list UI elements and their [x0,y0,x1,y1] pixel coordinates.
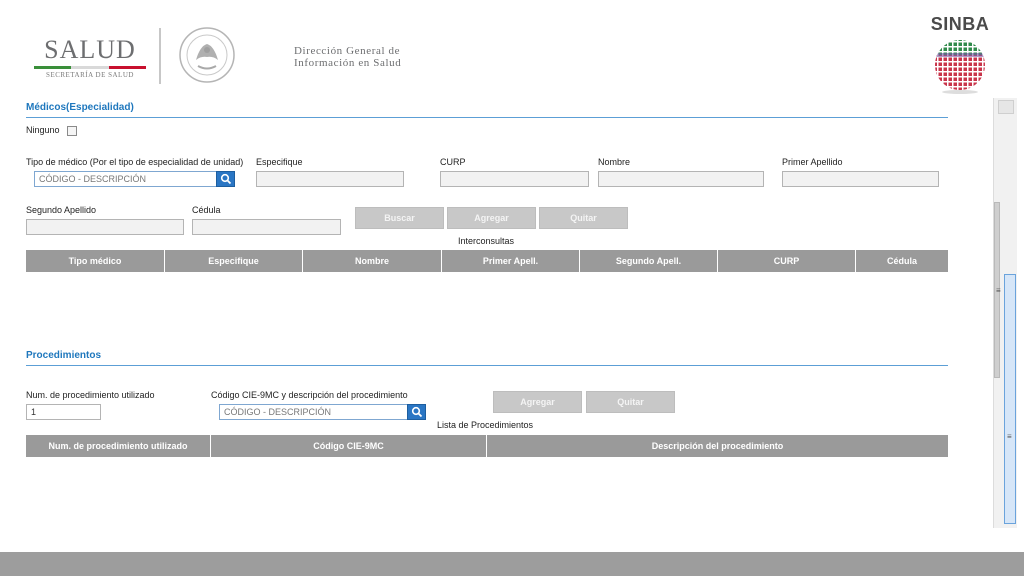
tipo-medico-combo[interactable]: CÓDIGO - DESCRIPCIÓN [34,171,217,187]
national-seal-icon [179,27,235,83]
salud-logo-subtitle: SECRETARÍA DE SALUD [46,71,134,79]
scroll-up-button[interactable] [998,100,1014,114]
especifique-input[interactable] [256,171,404,187]
column-header-nombre[interactable]: Nombre [303,250,442,272]
num-procedimiento-input[interactable]: 1 [26,404,101,420]
column-header-num-procedimiento[interactable]: Num. de procedimiento utilizado [26,435,211,457]
vertical-scrollbar[interactable]: ≡ ≡ [993,98,1017,528]
tipo-medico-search-button[interactable] [216,171,235,187]
salud-logo-stripe [34,66,146,69]
salud-logo: SALUD SECRETARÍA DE SALUD [30,36,150,79]
sinba-logo-word: SINBA [930,14,990,34]
search-icon [220,173,231,185]
nombre-label: Nombre [598,157,631,167]
procedimientos-section-rule [26,365,948,366]
dgis-line-2: Información en Salud [294,57,402,69]
scroll-grip-icon: ≡ [1007,432,1012,441]
dgis-title: Dirección General de Información en Salu… [294,45,401,69]
segundo-apellido-input[interactable] [26,219,184,235]
medicos-section-rule [26,117,948,118]
scroll-thumb-outer[interactable]: ≡ [994,202,1001,378]
column-header-descripcion[interactable]: Descripción del procedimiento [487,435,948,457]
codigo-cie-label: Código CIE-9MC y descripción del procedi… [211,390,408,400]
column-header-curp[interactable]: CURP [718,250,856,272]
column-header-segundo-apell[interactable]: Segundo Apell. [580,250,718,272]
especifique-label: Especifique [256,157,303,167]
ninguno-label: Ninguno [26,125,60,135]
procedimientos-section-title: Procedimientos [26,350,102,361]
lista-procedimientos-caption: Lista de Procedimientos [437,420,534,430]
primer-apellido-input[interactable] [782,171,939,187]
dgis-line-1: Dirección General de [294,45,401,57]
scroll-grip-icon: ≡ [996,286,1001,295]
column-header-tipo-medico[interactable]: Tipo médico [26,250,165,272]
sinba-globe-icon [935,40,985,94]
page-header: SALUD SECRETARÍA DE SALUD Dirección Gene… [0,0,1024,98]
tipo-medico-label: Tipo de médico (Por el tipo de especiali… [26,157,244,167]
cedula-input[interactable] [192,219,341,235]
segundo-apellido-label: Segundo Apellido [26,205,97,215]
primer-apellido-label: Primer Apellido [782,157,843,167]
header-divider [159,28,161,84]
num-procedimiento-label: Num. de procedimiento utilizado [26,390,155,400]
codigo-cie-search-button[interactable] [407,404,426,420]
procedimientos-agregar-button[interactable]: Agregar [493,391,582,413]
cedula-label: Cédula [192,205,221,215]
procedimientos-quitar-button[interactable]: Quitar [586,391,675,413]
scroll-thumb-inner[interactable]: ≡ [1004,274,1016,524]
ninguno-checkbox[interactable] [67,126,77,136]
column-header-primer-apell[interactable]: Primer Apell. [442,250,580,272]
procedimientos-table-header: Num. de procedimiento utilizado Código C… [26,435,948,457]
curp-input[interactable] [440,171,589,187]
column-header-especifique[interactable]: Especifique [165,250,303,272]
sinba-logo: SINBA [928,14,992,100]
buscar-button[interactable]: Buscar [355,207,444,229]
interconsultas-caption: Interconsultas [458,236,515,246]
salud-logo-word: SALUD [44,35,136,64]
medicos-quitar-button[interactable]: Quitar [539,207,628,229]
medicos-agregar-button[interactable]: Agregar [447,207,536,229]
interconsultas-table-header: Tipo médico Especifique Nombre Primer Ap… [26,250,948,272]
column-header-cedula[interactable]: Cédula [856,250,948,272]
codigo-cie-combo[interactable]: CÓDIGO - DESCRIPCIÓN [219,404,408,420]
search-icon [411,406,422,418]
curp-label: CURP [440,157,466,167]
medicos-section-title: Médicos(Especialidad) [26,102,134,113]
nombre-input[interactable] [598,171,764,187]
page-footer-bar [0,552,1024,576]
column-header-codigo-cie[interactable]: Código CIE-9MC [211,435,487,457]
